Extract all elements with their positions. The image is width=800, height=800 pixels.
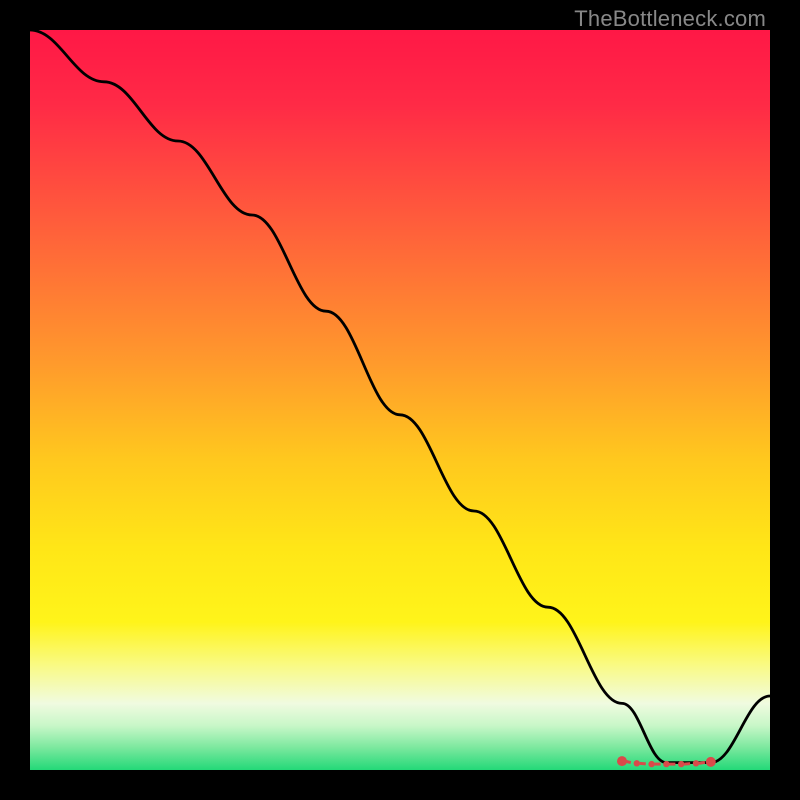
- watermark-text: TheBottleneck.com: [574, 6, 766, 32]
- chart-svg: [30, 30, 770, 770]
- plot-area: [30, 30, 770, 770]
- chart-frame: TheBottleneck.com: [0, 0, 800, 800]
- optimal-range-segment: [640, 763, 649, 764]
- optimal-marker: [693, 760, 699, 766]
- optimal-marker: [634, 760, 640, 766]
- optimal-marker: [678, 761, 684, 767]
- optimal-marker: [648, 761, 654, 767]
- bottleneck-curve: [30, 30, 770, 763]
- optimal-range-markers: [617, 756, 716, 767]
- optimal-marker: [706, 757, 716, 767]
- optimal-marker: [663, 761, 669, 767]
